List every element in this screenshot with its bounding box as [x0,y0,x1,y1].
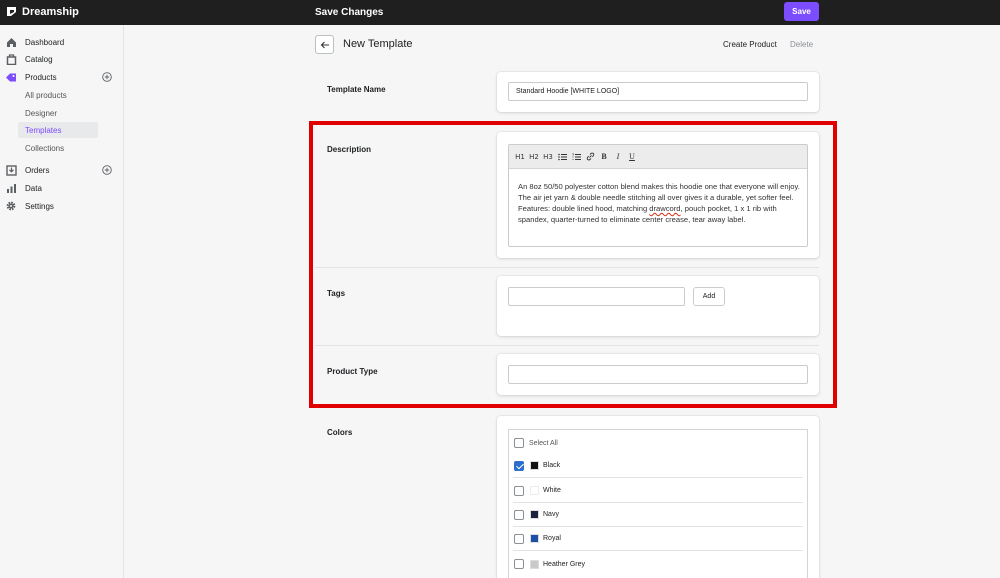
heading2-button[interactable]: H2 [528,150,540,164]
color-checkbox[interactable] [514,509,524,520]
color-swatch [530,510,539,519]
template-name-input[interactable]: Standard Hoodie [WHITE LOGO] [508,82,808,101]
sidebar-item-products[interactable]: Products [0,69,123,85]
home-icon [5,36,17,48]
bold-button[interactable]: B [598,150,610,164]
sidebar-item-all-products[interactable]: All products [0,87,123,103]
arrow-left-icon [320,41,329,48]
sidebar-item-catalog[interactable]: Catalog [0,51,123,67]
heading3-button[interactable]: H3 [542,150,554,164]
color-row-heather-grey[interactable]: Heather Grey [513,552,803,576]
save-button[interactable]: Save [784,2,819,21]
sidebar-item-settings[interactable]: Settings [0,198,123,214]
sidebar-item-orders[interactable]: Orders [0,162,123,178]
select-all-checkbox[interactable] [514,438,524,448]
select-all-row[interactable]: Select All [509,431,807,455]
chart-icon [5,182,17,194]
section-divider [315,267,819,268]
gear-icon [5,200,17,212]
color-row-royal[interactable]: Royal [513,527,803,551]
description-text[interactable]: An 8oz 50/50 polyester cotton blend make… [518,182,802,226]
tags-input[interactable] [508,287,685,306]
sidebar-item-collections[interactable]: Collections [0,140,123,156]
description-label: Description [327,145,372,154]
color-row-white[interactable]: White [513,479,803,503]
color-row-black[interactable]: Black [513,454,803,478]
product-type-label: Product Type [327,367,378,376]
sidebar-item-data[interactable]: Data [0,180,123,196]
sidebar: Dashboard Catalog Products All products … [0,25,124,578]
colors-label: Colors [327,428,353,437]
tags-card [497,276,819,336]
color-checkbox[interactable] [514,460,524,471]
delete-link[interactable]: Delete [790,40,813,49]
tag-icon [5,71,17,83]
tags-label: Tags [327,289,346,298]
color-row-navy[interactable]: Navy [513,503,803,527]
orders-icon [5,164,17,176]
color-checkbox[interactable] [514,559,524,569]
heading1-button[interactable]: H1 [514,150,526,164]
color-swatch [530,486,539,495]
brand-name: Dreamship [22,5,79,18]
italic-button[interactable]: I [612,150,624,164]
numbered-list-icon[interactable] [570,150,582,164]
link-icon[interactable] [584,150,596,164]
section-divider [315,345,819,346]
page-title: New Template [343,38,413,50]
editor-toolbar: H1 H2 H3 B I U [509,145,807,169]
top-bar: Dreamship Save Changes Save [0,0,1000,25]
sidebar-item-designer[interactable]: Designer [0,105,123,121]
dreamship-logo-icon [7,7,16,16]
brand-logo[interactable]: Dreamship [5,5,79,18]
color-checkbox[interactable] [514,485,524,496]
back-button[interactable] [315,35,334,54]
bullet-list-icon[interactable] [556,150,568,164]
underline-button[interactable]: U [626,150,638,164]
add-tag-button[interactable]: Add [693,287,725,306]
template-name-label: Template Name [327,85,386,94]
color-swatch [530,559,539,569]
sidebar-item-templates[interactable]: Templates [18,122,98,138]
create-product-link[interactable]: Create Product [723,40,777,49]
colors-list: Select All Black White Navy Royal Heathe… [508,429,808,578]
template-name-card: Standard Hoodie [WHITE LOGO] [497,72,819,112]
color-checkbox[interactable] [514,533,524,544]
add-order-icon[interactable] [102,165,112,175]
catalog-icon [5,53,17,65]
add-product-icon[interactable] [102,72,112,82]
color-swatch [530,534,539,543]
unsaved-status: Save Changes [315,7,384,18]
sidebar-item-dashboard[interactable]: Dashboard [0,34,123,50]
color-swatch [530,461,539,470]
product-type-input[interactable] [508,365,808,384]
description-editor[interactable]: H1 H2 H3 B I U An 8oz 50/50 polyester co… [508,144,808,247]
